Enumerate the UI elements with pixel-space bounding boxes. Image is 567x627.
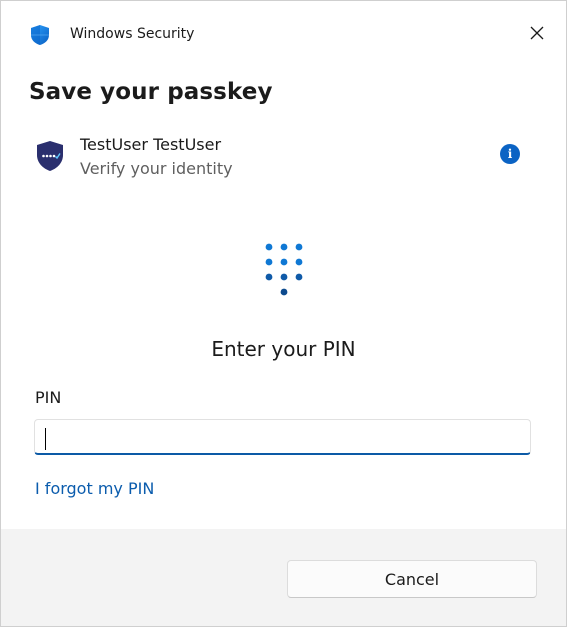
account-row: TestUser TestUser Verify your identity i — [1, 133, 566, 183]
info-icon-glyph: i — [507, 147, 513, 161]
title-bar: Windows Security — [1, 1, 566, 67]
close-icon — [530, 26, 544, 40]
info-icon[interactable]: i — [500, 144, 520, 164]
pin-label: PIN — [35, 388, 62, 407]
windows-security-dialog: Windows Security Save your passkey TestU… — [0, 0, 567, 627]
account-name: TestUser TestUser — [80, 135, 222, 154]
dialog-footer: Cancel — [1, 529, 566, 626]
dialog-heading: Save your passkey — [29, 79, 273, 105]
cancel-button[interactable]: Cancel — [287, 560, 537, 598]
passkey-shield-icon — [37, 141, 63, 171]
pin-prompt: Enter your PIN — [211, 337, 356, 361]
keypad-icon — [265, 243, 303, 296]
window-title: Windows Security — [70, 26, 195, 42]
close-button[interactable] — [522, 18, 552, 48]
text-cursor — [45, 428, 46, 450]
shield-icon — [31, 25, 49, 45]
account-subtitle: Verify your identity — [80, 159, 233, 178]
forgot-pin-link[interactable]: I forgot my PIN — [35, 479, 154, 498]
pin-input[interactable] — [34, 419, 531, 455]
